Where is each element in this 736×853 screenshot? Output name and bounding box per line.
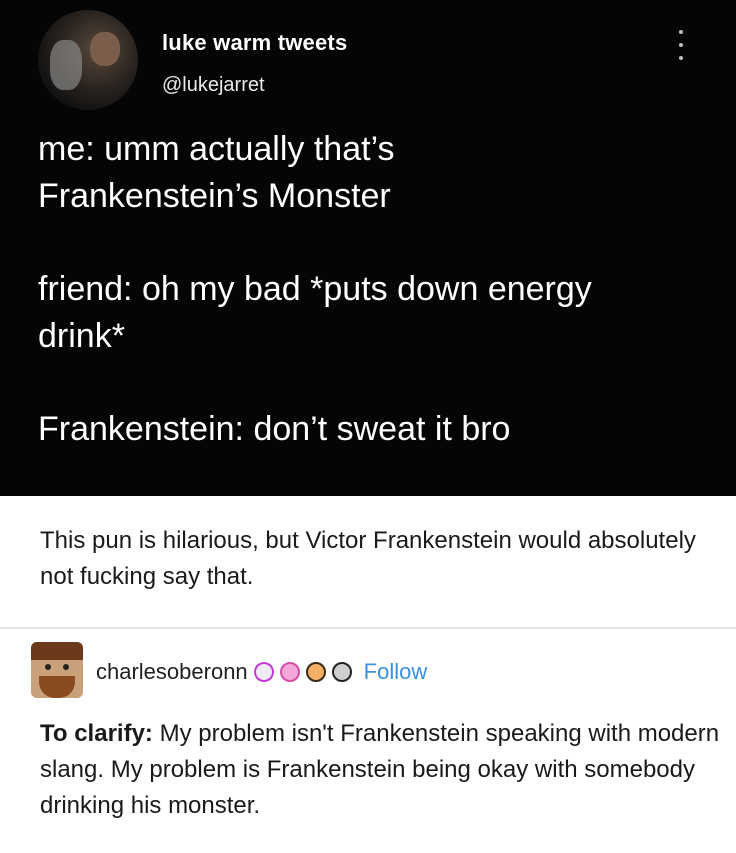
pink-badge-icon[interactable] — [279, 662, 300, 682]
reblog-bold-prefix: To clarify: — [40, 720, 153, 747]
follow-button[interactable]: Follow — [364, 659, 428, 685]
avatar-hair-shape — [50, 40, 82, 90]
tweet-line: Frankenstein’s Monster — [38, 177, 391, 215]
more-options-icon[interactable] — [676, 30, 686, 60]
avatar-face-shape — [90, 32, 120, 66]
avatar-eye-shape — [63, 664, 69, 670]
paw-badge-icon[interactable] — [305, 662, 326, 682]
reblog-header: charlesoberonn Follow — [96, 657, 427, 687]
tweet-handle[interactable]: @lukejarret — [162, 74, 265, 97]
tweet-line: friend: oh my bad *puts down energy — [38, 270, 592, 308]
tweet-line: drink* — [38, 317, 125, 355]
tweet-display-name[interactable]: luke warm tweets — [162, 30, 347, 56]
reblog-username[interactable]: charlesoberonn — [96, 659, 248, 685]
first-comment-text: This pun is hilarious, but Victor Franke… — [40, 527, 696, 590]
tweet-avatar[interactable] — [38, 10, 138, 110]
tweet-line: me: umm actually that’s — [38, 130, 395, 168]
avatar-eye-shape — [45, 664, 51, 670]
reblog-comment: To clarify: My problem isn't Frankenstei… — [40, 716, 720, 824]
tweet-line: Frankenstein: don’t sweat it bro — [38, 410, 511, 448]
dark-badge-icon[interactable] — [331, 662, 352, 682]
divider — [0, 627, 736, 629]
reblog-user-avatar[interactable] — [31, 642, 83, 698]
crab-badge-icon[interactable] — [253, 662, 274, 682]
tweet-text: me: umm actually that’s Frankenstein’s M… — [38, 126, 708, 453]
avatar-beard-shape — [39, 676, 75, 698]
avatar-hair-shape — [31, 642, 83, 660]
tweet-card: luke warm tweets @lukejarret me: umm act… — [0, 0, 736, 496]
